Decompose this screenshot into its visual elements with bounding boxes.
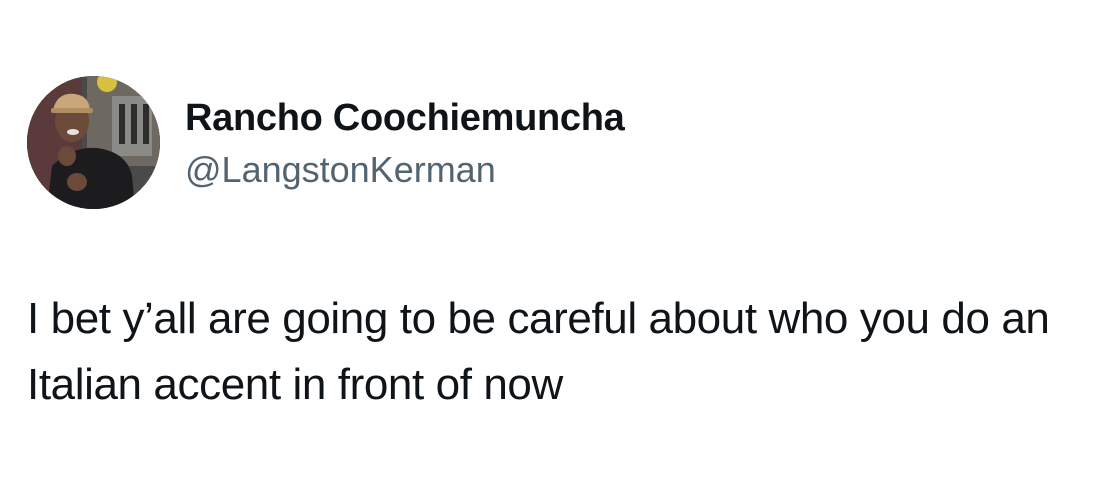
author-display-name[interactable]: Rancho Coochiemuncha [185, 96, 625, 140]
author-handle[interactable]: @LangstonKerman [185, 148, 496, 192]
tweet-card: Rancho Coochiemuncha @LangstonKerman I b… [0, 0, 1097, 496]
avatar[interactable] [27, 76, 160, 209]
tweet-text: I bet y’all are going to be careful abou… [27, 294, 1050, 409]
profile-photo-icon [27, 76, 160, 209]
